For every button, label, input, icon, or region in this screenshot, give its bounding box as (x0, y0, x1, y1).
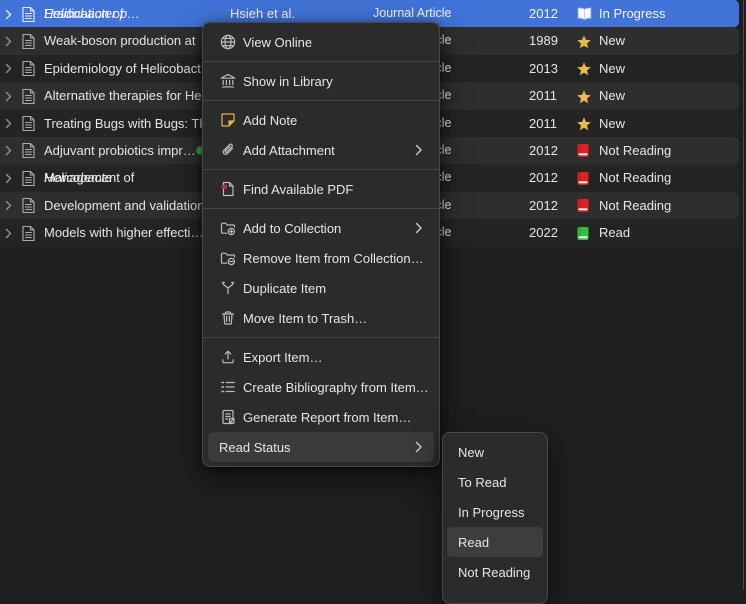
expand-chevron-icon[interactable] (5, 173, 12, 184)
item-year: 2012 (529, 192, 558, 219)
item-title: Weak-boson production at (44, 27, 196, 54)
item-title: Models with higher effecti… (44, 219, 203, 246)
document-icon (21, 197, 36, 214)
read-status-label: Not Reading (599, 164, 671, 191)
menu-item-export-item[interactable]: Export Item… (208, 342, 434, 372)
menu-item-add-attachment[interactable]: Add Attachment (208, 135, 434, 165)
expand-chevron-icon[interactable] (5, 145, 12, 156)
folder-minus-icon (219, 249, 237, 267)
menu-item-read-status[interactable]: Read Status (208, 432, 434, 462)
paperclip-icon (219, 141, 237, 159)
submenu-item-in-progress[interactable]: In Progress (447, 497, 543, 527)
read-status-submenu: New To Read In Progress Read Not Reading (442, 432, 548, 604)
menu-separator (203, 169, 439, 170)
expand-chevron-icon[interactable] (5, 91, 12, 102)
globe-icon (219, 33, 237, 51)
item-year: 2011 (529, 110, 557, 137)
menu-item-move-to-trash[interactable]: Move Item to Trash… (208, 303, 434, 333)
submenu-item-read[interactable]: Read (447, 527, 543, 557)
item-title: Epidemiology of Helicobact (44, 55, 201, 82)
item-year: 2013 (529, 55, 558, 82)
pane-border (743, 0, 744, 590)
library-building-icon (219, 72, 237, 90)
expand-chevron-icon[interactable] (5, 36, 12, 47)
item-title: Eradication of Helicobacter p… (44, 0, 140, 27)
bibliography-list-icon (219, 378, 237, 396)
read-status-label: New (599, 27, 625, 54)
menu-item-add-note[interactable]: Add Note (208, 105, 434, 135)
submenu-arrow-icon (414, 441, 423, 453)
submenu-arrow-icon (414, 144, 423, 156)
item-year: 2012 (529, 137, 558, 164)
submenu-arrow-icon (414, 222, 423, 234)
red-book-icon (576, 171, 590, 186)
item-year: 2012 (529, 0, 558, 27)
red-book-icon (576, 198, 590, 213)
item-context-menu: View Online Show in Library Add Note Add… (202, 22, 440, 467)
report-icon (219, 408, 237, 426)
menu-item-duplicate-item[interactable]: Duplicate Item (208, 273, 434, 303)
menu-separator (203, 61, 439, 62)
document-icon (21, 33, 36, 50)
document-icon (21, 60, 36, 77)
submenu-item-to-read[interactable]: To Read (447, 467, 543, 497)
trash-icon (219, 309, 237, 327)
item-title: Management of Helicobacte (44, 164, 112, 191)
star-icon (576, 34, 592, 50)
item-year: 1989 (529, 27, 558, 54)
read-status-label: Not Reading (599, 137, 671, 164)
export-icon (219, 348, 237, 366)
fork-icon (219, 279, 237, 297)
expand-chevron-icon[interactable] (5, 63, 12, 74)
expand-chevron-icon[interactable] (5, 118, 12, 129)
document-icon (21, 88, 36, 105)
item-year: 2022 (529, 219, 558, 246)
menu-item-remove-from-collection[interactable]: Remove Item from Collection… (208, 243, 434, 273)
item-title: Alternative therapies for He (44, 82, 202, 109)
document-icon (21, 225, 36, 242)
item-title: Development and validation (44, 192, 204, 219)
read-status-label: New (599, 55, 625, 82)
menu-item-add-to-collection[interactable]: Add to Collection (208, 213, 434, 243)
folder-plus-icon (219, 219, 237, 237)
submenu-item-new[interactable]: New (447, 437, 543, 467)
red-book-icon (576, 143, 590, 158)
read-status-label: In Progress (599, 0, 665, 27)
menu-separator (203, 100, 439, 101)
expand-chevron-icon[interactable] (5, 228, 12, 239)
star-icon (576, 89, 592, 105)
document-icon (21, 6, 36, 23)
document-icon (21, 170, 36, 187)
item-title: Adjuvant probiotics impr… (44, 137, 196, 164)
note-icon (219, 111, 237, 129)
open-book-icon (576, 7, 593, 21)
read-status-label: Read (599, 219, 630, 246)
pdf-page-icon (219, 180, 237, 198)
item-year: 2011 (529, 82, 557, 109)
star-icon (576, 61, 592, 77)
document-icon (21, 115, 36, 132)
item-title: Treating Bugs with Bugs: Th (44, 110, 207, 137)
menu-item-generate-report[interactable]: Generate Report from Item… (208, 402, 434, 432)
read-status-label: New (599, 82, 625, 109)
green-book-icon (576, 226, 590, 241)
read-status-label: New (599, 110, 625, 137)
menu-separator (203, 337, 439, 338)
document-icon (21, 142, 36, 159)
expand-chevron-icon[interactable] (5, 9, 12, 20)
read-status-label: Not Reading (599, 192, 671, 219)
menu-item-create-bibliography[interactable]: Create Bibliography from Item… (208, 372, 434, 402)
star-icon (576, 116, 592, 132)
menu-item-find-available-pdf[interactable]: Find Available PDF (208, 174, 434, 204)
menu-item-show-in-library[interactable]: Show in Library (208, 66, 434, 96)
menu-separator (203, 208, 439, 209)
expand-chevron-icon[interactable] (5, 200, 12, 211)
submenu-item-not-reading[interactable]: Not Reading (447, 557, 543, 587)
item-year: 2012 (529, 164, 558, 191)
menu-item-view-online[interactable]: View Online (208, 27, 434, 57)
